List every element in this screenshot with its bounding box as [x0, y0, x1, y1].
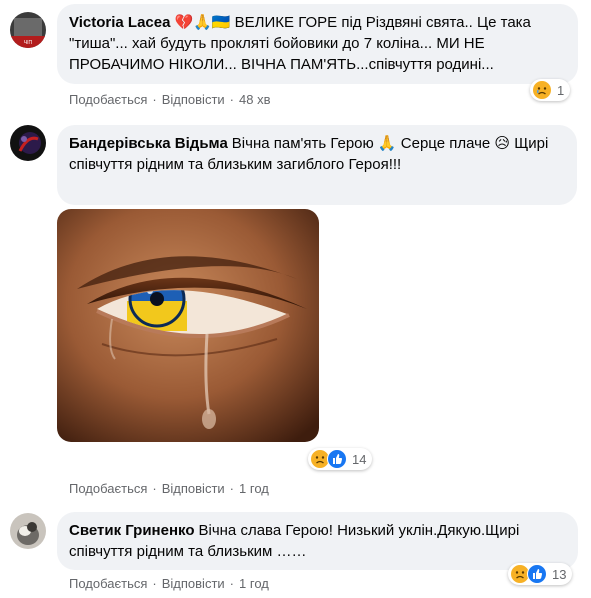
comment-actions: Подобається · Відповісти · 48 хв [69, 92, 271, 107]
like-link[interactable]: Подобається [69, 481, 147, 496]
avatar[interactable] [10, 125, 46, 161]
comment-time[interactable]: 1 год [239, 481, 269, 496]
comment-time[interactable]: 48 хв [239, 92, 270, 107]
separator-dot: · [152, 481, 157, 496]
reaction-count: 14 [352, 451, 367, 467]
comment-author[interactable]: Victoria Lacea [69, 14, 170, 31]
reaction-count: 1 [557, 82, 565, 98]
comment-actions: Подобається · Відповісти · 1 год [69, 576, 269, 591]
comment-author[interactable]: Бандерівська Відьма [69, 135, 228, 152]
reaction-summary[interactable]: 14 [308, 448, 373, 470]
comment-bubble: Бандерівська Відьма Вічна пам'ять Герою 🙏… [57, 125, 577, 205]
reply-link[interactable]: Відповісти [162, 92, 225, 107]
comment-author[interactable]: Светик Гриненко [69, 522, 195, 539]
separator-dot: · [229, 481, 235, 496]
separator-dot: · [152, 576, 157, 591]
crying-eye-image [57, 209, 319, 442]
comment-bubble: Светик Гриненко Вічна слава Герою! Низьки… [57, 512, 578, 570]
like-link[interactable]: Подобається [69, 92, 147, 107]
like-reaction-icon [527, 564, 547, 584]
separator-dot: · [229, 92, 235, 107]
sad-reaction-icon [532, 80, 552, 100]
like-reaction-icon [327, 449, 347, 469]
comment-actions: Подобається · Відповісти · 1 год [69, 481, 269, 496]
reply-link[interactable]: Відповісти [162, 481, 225, 496]
comment-time[interactable]: 1 год [239, 576, 269, 591]
reaction-summary[interactable]: 1 [530, 79, 571, 101]
like-link[interactable]: Подобається [69, 576, 147, 591]
comment-image[interactable] [57, 209, 319, 442]
reply-link[interactable]: Відповісти [162, 576, 225, 591]
separator-dot: · [152, 92, 157, 107]
reaction-count: 13 [552, 566, 567, 582]
separator-dot: · [229, 576, 235, 591]
avatar[interactable]: ЧІП [10, 12, 46, 48]
comment-bubble: Victoria Lacea 💔🙏🇺🇦 ВЕЛИКЕ ГОРЕ під Різдв… [57, 4, 578, 84]
svg-text:ЧІП: ЧІП [24, 40, 33, 46]
avatar[interactable] [10, 513, 46, 549]
reaction-summary[interactable]: 13 [508, 563, 573, 585]
